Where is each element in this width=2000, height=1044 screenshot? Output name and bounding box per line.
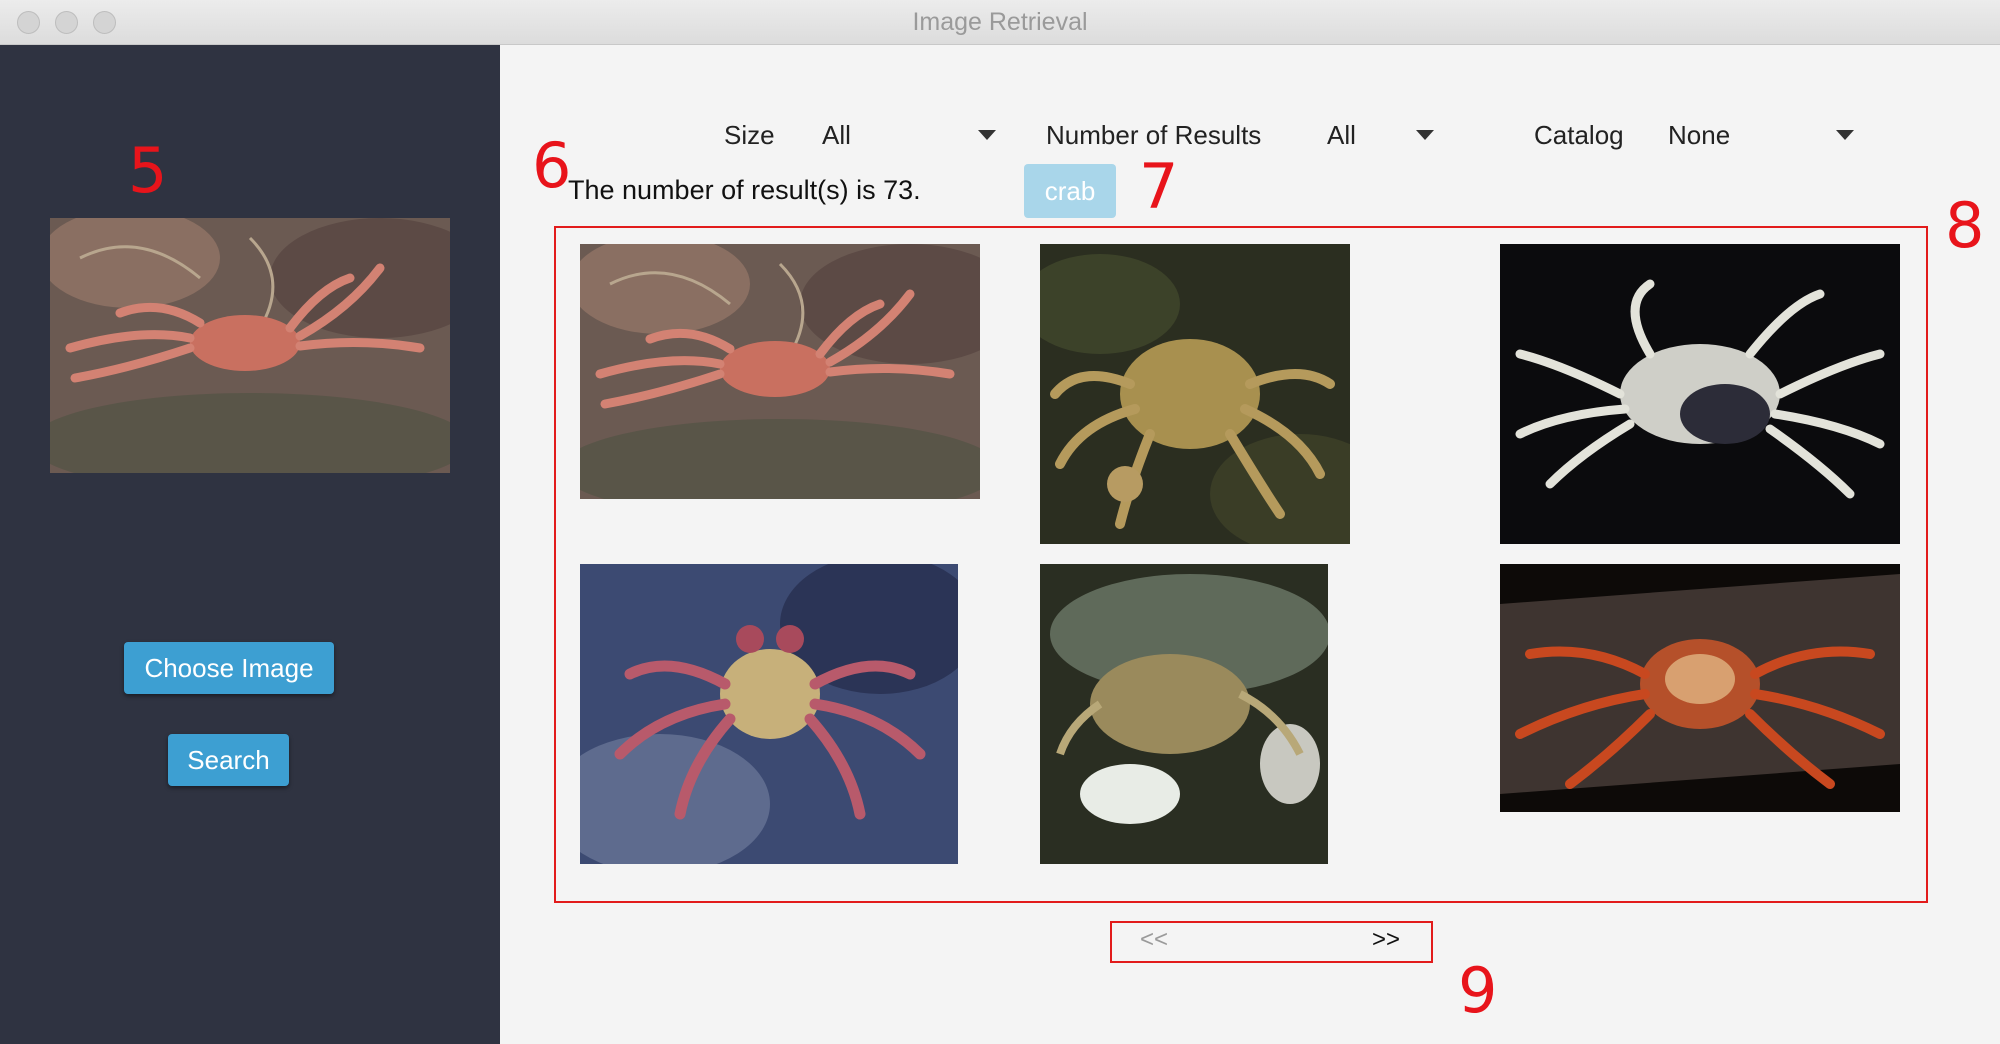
sidebar: 5 Choose Image Search	[0, 45, 500, 1044]
result-image[interactable]	[1500, 244, 1900, 544]
result-count: The number of result(s) is 73.	[568, 175, 921, 205]
window-title: Image Retrieval	[912, 8, 1088, 36]
size-label: Size	[724, 120, 775, 150]
catalog-value: None	[1668, 120, 1731, 150]
size-dropdown-icon[interactable]	[978, 130, 996, 140]
catalog-dropdown-icon[interactable]	[1836, 130, 1854, 140]
annotation-9: 9	[1458, 954, 1498, 1027]
result-image[interactable]	[580, 564, 958, 864]
annotation-8: 8	[1945, 189, 1985, 262]
query-image	[50, 218, 450, 473]
choose-image-button[interactable]: Choose Image	[124, 642, 334, 694]
annotation-7: 7	[1139, 150, 1179, 223]
result-image[interactable]	[580, 244, 980, 499]
previous-page-button[interactable]: <<	[1140, 925, 1168, 955]
number-of-results-value: All	[1327, 120, 1356, 150]
next-page-button[interactable]: >>	[1372, 925, 1400, 955]
annotation-5: 5	[128, 134, 168, 207]
number-of-results-label: Number of Results	[1046, 120, 1262, 150]
result-image[interactable]	[1500, 564, 1900, 812]
size-value: All	[822, 120, 851, 150]
search-button[interactable]: Search	[168, 734, 289, 786]
annotation-6: 6	[532, 129, 572, 202]
query-tag: crab	[1024, 164, 1116, 218]
title-bar: Image Retrieval	[0, 0, 2000, 45]
result-image[interactable]	[1040, 244, 1350, 544]
catalog-label: Catalog	[1534, 120, 1624, 150]
number-of-results-dropdown-icon[interactable]	[1416, 130, 1434, 140]
result-image[interactable]	[1040, 564, 1328, 864]
